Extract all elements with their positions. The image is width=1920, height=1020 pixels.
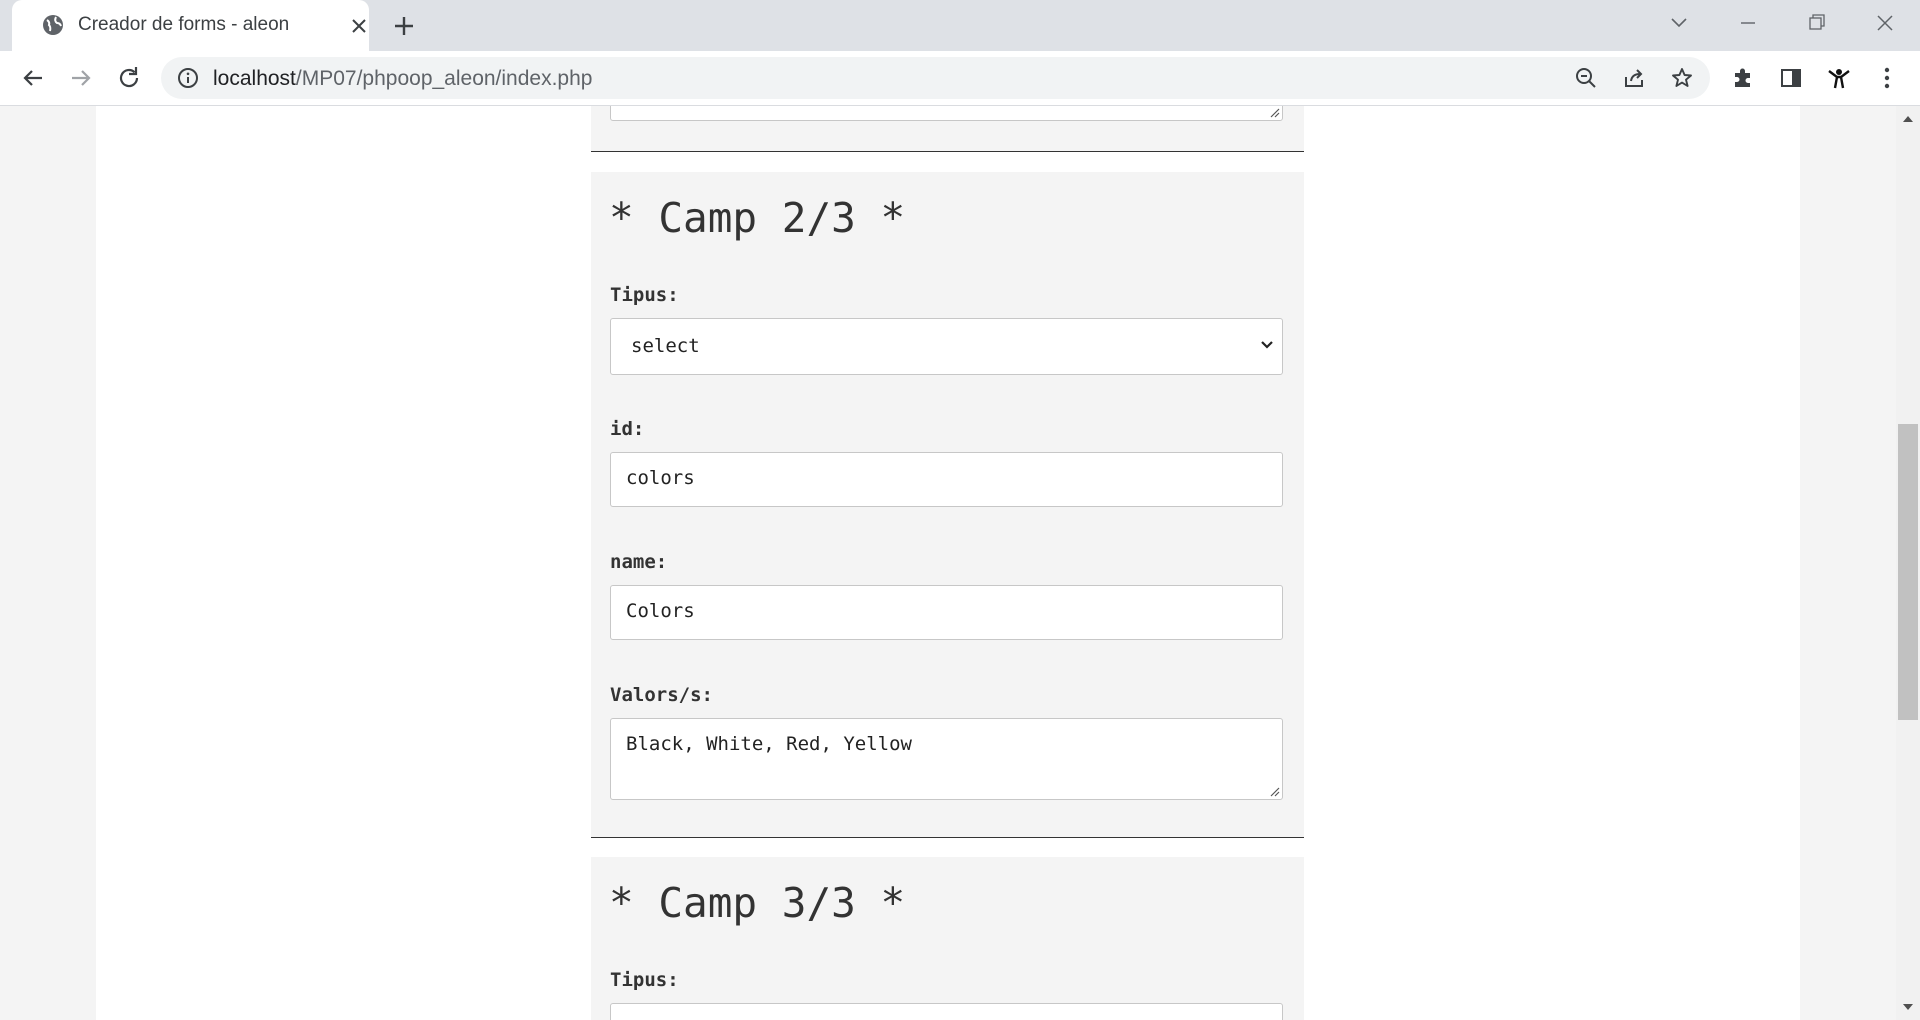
globe-icon: [42, 14, 64, 36]
previous-textarea[interactable]: [610, 106, 1283, 121]
scroll-up-icon[interactable]: [1902, 114, 1914, 124]
arrow-right-icon[interactable]: [66, 63, 96, 93]
side-panel-icon[interactable]: [1778, 65, 1804, 91]
close-icon[interactable]: [348, 15, 370, 37]
puzzle-icon[interactable]: [1730, 65, 1756, 91]
arrow-left-icon[interactable]: [18, 63, 48, 93]
url-host: localhost: [213, 67, 296, 90]
url-path: /MP07/phpoop_aleon/index.php: [295, 67, 593, 90]
address-bar[interactable]: localhost/MP07/phpoop_aleon/index.php: [161, 57, 1710, 99]
chevron-down-icon[interactable]: [1664, 10, 1694, 36]
reload-icon[interactable]: [114, 63, 144, 93]
profile-icon[interactable]: [1826, 65, 1852, 91]
share-icon[interactable]: [1622, 66, 1646, 90]
star-icon[interactable]: [1670, 66, 1694, 90]
field-heading: * Camp 3/3 *: [609, 879, 906, 927]
tipus-select-value: select: [631, 335, 700, 357]
id-field-value: colors: [626, 467, 695, 489]
browser-toolbar: localhost/MP07/phpoop_aleon/index.php: [0, 51, 1920, 106]
field-panel-2: * Camp 2/3 * Tipus: select id: colors na…: [591, 172, 1304, 837]
valors-textarea[interactable]: Black, White, Red, Yellow: [610, 718, 1283, 800]
tipus-label: Tipus:: [610, 969, 679, 991]
resize-grip-icon: [1268, 106, 1280, 118]
tipus-select[interactable]: select: [610, 318, 1283, 375]
zoom-out-icon[interactable]: [1574, 66, 1598, 90]
vertical-scrollbar[interactable]: [1896, 106, 1920, 1020]
tipus-label: Tipus:: [610, 284, 679, 306]
chevron-down-icon: [1260, 340, 1274, 350]
id-field[interactable]: colors: [610, 452, 1283, 507]
scroll-down-icon[interactable]: [1902, 1002, 1914, 1012]
plus-icon[interactable]: [391, 13, 417, 39]
info-icon[interactable]: [177, 67, 199, 89]
page-viewport: * Camp 2/3 * Tipus: select id: colors na…: [0, 106, 1896, 1020]
name-label: name:: [610, 551, 668, 573]
tab-strip: Creador de forms - aleon: [0, 0, 1920, 51]
name-field-value: Colors: [626, 600, 695, 622]
id-label: id:: [610, 418, 645, 440]
field-panel-previous: [591, 106, 1304, 151]
kebab-menu-icon[interactable]: [1874, 65, 1900, 91]
browser-tab[interactable]: Creador de forms - aleon: [12, 0, 369, 51]
resize-grip-icon: [1268, 785, 1280, 797]
url-text: localhost/MP07/phpoop_aleon/index.php: [213, 67, 592, 91]
field-heading: * Camp 2/3 *: [609, 194, 906, 242]
valors-textarea-value: Black, White, Red, Yellow: [626, 733, 912, 755]
scrollbar-thumb[interactable]: [1898, 424, 1918, 720]
close-window-icon[interactable]: [1870, 10, 1900, 36]
tipus-select[interactable]: [610, 1003, 1283, 1020]
divider: [591, 151, 1304, 152]
restore-icon[interactable]: [1802, 10, 1832, 36]
tab-title: Creador de forms - aleon: [78, 14, 290, 35]
valors-label: Valors/s:: [610, 684, 713, 706]
minimize-icon[interactable]: [1733, 10, 1763, 36]
field-panel-3: * Camp 3/3 * Tipus:: [591, 857, 1304, 1020]
divider: [591, 837, 1304, 838]
name-field[interactable]: Colors: [610, 585, 1283, 640]
